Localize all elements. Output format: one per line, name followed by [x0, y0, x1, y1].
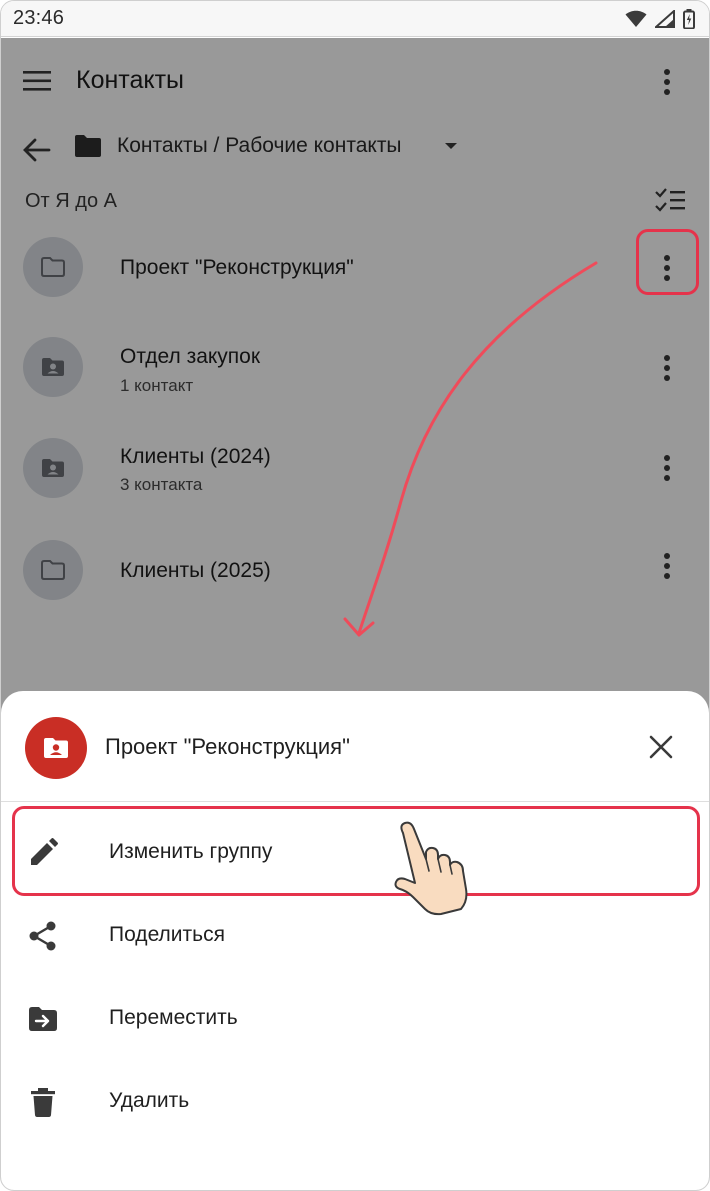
- battery-icon: [683, 8, 695, 29]
- signal-icon: [655, 9, 675, 28]
- action-label: Поделиться: [109, 923, 225, 946]
- sheet-title: Проект "Реконструкция": [105, 734, 350, 759]
- pointing-hand-icon: [394, 821, 468, 916]
- annotation-highlight: [636, 229, 699, 295]
- action-label: Удалить: [109, 1089, 190, 1112]
- sheet-header: Проект "Реконструкция": [1, 691, 709, 801]
- close-icon[interactable]: [645, 731, 677, 763]
- annotation-arrow: [343, 261, 598, 637]
- action-label: Переместить: [109, 1006, 238, 1029]
- annotation-highlight: [12, 806, 700, 896]
- action-share[interactable]: Поделиться: [1, 896, 709, 976]
- action-move[interactable]: Переместить: [1, 979, 709, 1059]
- trash-icon: [31, 1088, 55, 1117]
- sheet-avatar: [25, 717, 87, 779]
- move-to-folder-icon: [29, 1007, 57, 1031]
- contact-folder-icon: [44, 738, 68, 758]
- bottom-sheet: Проект "Реконструкция" Изменить группу П…: [1, 691, 709, 1190]
- status-bar: 23:46: [1, 1, 709, 37]
- sheet-divider: [1, 801, 709, 802]
- status-time: 23:46: [13, 7, 65, 29]
- share-icon: [29, 921, 56, 951]
- status-icons: [625, 8, 695, 29]
- phone-frame: 23:46 Контакты Контакты / Рабочие контак…: [0, 0, 710, 1191]
- wifi-icon: [625, 10, 647, 27]
- action-delete[interactable]: Удалить: [1, 1062, 709, 1142]
